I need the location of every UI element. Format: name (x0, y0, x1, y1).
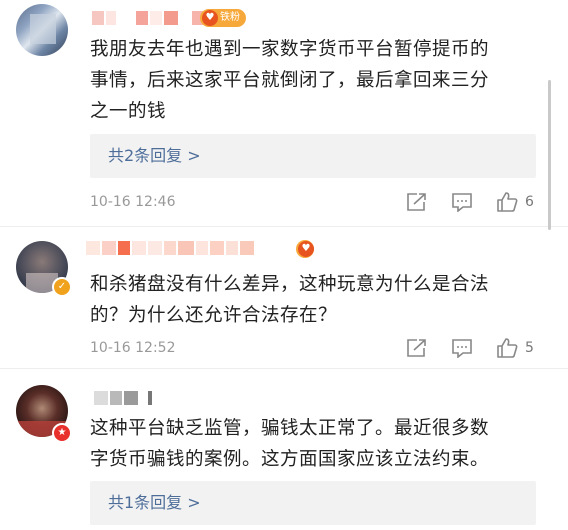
avatar[interactable] (16, 4, 68, 56)
username-mosaic[interactable] (94, 390, 152, 406)
replies-label: 共1条回复 > (108, 493, 201, 512)
timestamp: 10-16 12:52 (90, 340, 176, 356)
star-icon: ★ (52, 423, 72, 443)
thumbs-up-icon[interactable] (496, 337, 518, 359)
heart-icon: ♥ (202, 10, 218, 26)
comment-text: 和杀猪盘没有什么差异，这种玩意为什么是合法 的？为什么还允许合法存在？ (90, 269, 540, 331)
fan-badge: ♥ (296, 240, 314, 258)
comment-item: ★ 这种平台缺乏监管，骗钱太正常了。最近很多数 字货币骗钱的案例。这方面国家应该… (0, 369, 568, 530)
comment-text-line: 字货币骗钱的案例。这方面国家应该立法约束。 (90, 449, 490, 470)
scrollbar[interactable] (548, 80, 551, 230)
like-count: 6 (525, 194, 534, 210)
username-mosaic[interactable] (86, 240, 254, 256)
timestamp: 10-16 12:46 (90, 194, 176, 210)
fan-badge: ♥ 铁粉 (200, 9, 246, 27)
view-replies-button[interactable]: 共1条回复 > (90, 481, 536, 525)
share-icon[interactable] (405, 338, 427, 358)
comment-item: ✓ ♥ 和杀猪盘没有什么差异，这种玩意为什么是合法 的？为什么还允许合法存在？ … (0, 227, 568, 367)
comment-text-line: 和杀猪盘没有什么差异，这种玩意为什么是合法 (90, 274, 490, 295)
comment-item: ♥ 铁粉 我朋友去年也遇到一家数字货币平台暂停提币的 事情，后来这家平台就倒闭了… (0, 0, 568, 225)
comment-text-line: 之一的钱 (90, 101, 167, 122)
comment-text-line: 我朋友去年也遇到一家数字货币平台暂停提币的 (90, 39, 490, 60)
replies-label: 共2条回复 > (108, 146, 201, 165)
verified-icon: ✓ (52, 277, 72, 297)
username-mosaic[interactable] (92, 10, 204, 26)
comment-icon[interactable] (451, 338, 473, 358)
comment-icon[interactable] (451, 192, 473, 212)
comment-text: 我朋友去年也遇到一家数字货币平台暂停提币的 事情，后来这家平台就倒闭了，最后拿回… (90, 34, 540, 127)
view-replies-button[interactable]: 共2条回复 > (90, 134, 536, 178)
comment-text-line: 事情，后来这家平台就倒闭了，最后拿回来三分 (90, 70, 490, 91)
comment-text-line: 的？为什么还允许合法存在？ (90, 305, 338, 326)
share-icon[interactable] (405, 192, 427, 212)
thumbs-up-icon[interactable] (496, 191, 518, 213)
comment-text-line: 这种平台缺乏监管，骗钱太正常了。最近很多数 (90, 418, 490, 439)
heart-icon: ♥ (298, 241, 314, 257)
like-count: 5 (525, 340, 534, 356)
fan-badge-label: 铁粉 (220, 12, 240, 23)
comment-text: 这种平台缺乏监管，骗钱太正常了。最近很多数 字货币骗钱的案例。这方面国家应该立法… (90, 413, 540, 475)
